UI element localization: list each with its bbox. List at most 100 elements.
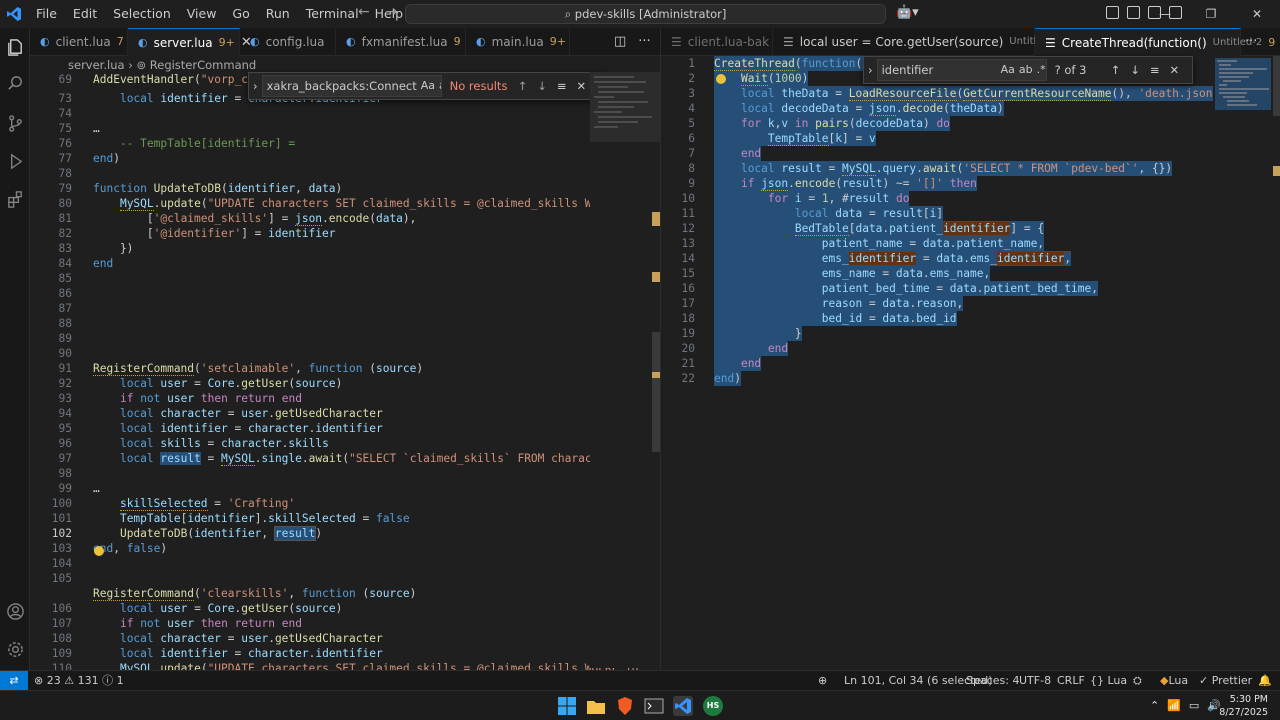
- close-find-icon[interactable]: ✕: [1170, 63, 1180, 77]
- find-in-selection-icon[interactable]: ≡: [1150, 63, 1160, 77]
- tab-untitled-1[interactable]: ☰local user = Core.getUser(source)Untitl…: [773, 28, 1081, 56]
- find-input[interactable]: xakra_backpacks:Connect Aa ab .*: [261, 75, 442, 97]
- notifications-bell-icon[interactable]: 🔔: [1258, 671, 1272, 690]
- menu-view[interactable]: View: [179, 0, 225, 28]
- run-debug-icon[interactable]: [6, 152, 25, 171]
- whole-word-icon[interactable]: ab: [1019, 60, 1033, 80]
- code-line: 93 if not user then return end: [30, 391, 640, 406]
- minimap-right[interactable]: [1213, 56, 1280, 666]
- network-icon[interactable]: 📶: [1167, 699, 1181, 712]
- line-number: 104: [51, 557, 72, 570]
- tab-server-lua[interactable]: ◐ server.lua 9+ ✕: [128, 28, 252, 56]
- menu-file[interactable]: File: [28, 0, 65, 28]
- find-widget-left: › xakra_backpacks:Connect Aa ab .* No re…: [248, 72, 608, 100]
- more-actions-icon[interactable]: ···: [638, 34, 650, 49]
- code-line: 98: [30, 466, 640, 481]
- line-number: 81: [58, 212, 72, 225]
- split-editor-icon[interactable]: ◫: [614, 34, 626, 49]
- lua-extension[interactable]: ◆Lua: [1160, 671, 1188, 690]
- tab-main-lua[interactable]: ◐ main.lua 9+: [466, 28, 570, 56]
- prettier[interactable]: ✓ Prettier: [1199, 671, 1252, 690]
- chevron-right-icon[interactable]: ›: [868, 63, 873, 77]
- file-explorer-icon[interactable]: [586, 696, 606, 716]
- source-control-icon[interactable]: [6, 114, 25, 133]
- monitor-icon[interactable]: ▭: [1189, 699, 1199, 712]
- manage-gear-icon[interactable]: [6, 640, 25, 659]
- code-line: 20 end: [661, 341, 1271, 356]
- explorer-icon[interactable]: [6, 38, 25, 57]
- previous-match-icon[interactable]: ↑: [518, 79, 528, 93]
- code-line: 94 local character = user.getUsedCharact…: [30, 406, 640, 421]
- minimap-left[interactable]: [590, 72, 660, 668]
- previous-match-icon[interactable]: ↑: [1111, 63, 1121, 77]
- toggle-primary-sidebar-icon[interactable]: [1127, 6, 1140, 19]
- next-match-icon[interactable]: ↓: [1130, 63, 1140, 77]
- end-of-line[interactable]: CRLF: [1057, 671, 1085, 690]
- remote-indicator-icon[interactable]: ⇄: [0, 671, 28, 691]
- line-number: 12: [681, 222, 695, 235]
- language-mode[interactable]: {} Lua: [1090, 671, 1127, 690]
- more-actions-icon[interactable]: ···: [1245, 34, 1257, 49]
- customize-layout-icon[interactable]: [1106, 6, 1119, 19]
- back-arrow-icon[interactable]: ←: [358, 4, 370, 20]
- tab-client-lua[interactable]: ◐ client.lua 7: [30, 28, 128, 56]
- breadcrumb-file[interactable]: server.lua: [68, 58, 125, 72]
- menu-selection[interactable]: Selection: [105, 0, 179, 28]
- close-find-icon[interactable]: ✕: [577, 79, 587, 93]
- clock[interactable]: 5:30 PM 8/27/2025: [1219, 693, 1268, 719]
- copilot-icon[interactable]: 🤖▾: [896, 5, 919, 20]
- breadcrumb-symbol[interactable]: RegisterCommand: [150, 58, 256, 72]
- error-count: 23: [46, 674, 61, 687]
- find-input[interactable]: identifier Aa ab .*: [876, 59, 1047, 81]
- accounts-icon[interactable]: [6, 602, 25, 621]
- command-center[interactable]: ⌕ pdev-skills [Administrator]: [405, 4, 886, 24]
- minimize-icon[interactable]: —: [1142, 0, 1188, 28]
- lightbulb-icon[interactable]: [716, 74, 726, 84]
- line-number: 103: [51, 542, 72, 555]
- close-window-icon[interactable]: ✕: [1234, 0, 1280, 28]
- menu-terminal[interactable]: Terminal: [298, 0, 367, 28]
- match-case-icon[interactable]: Aa: [421, 76, 435, 96]
- copilot-status-icon[interactable]: ⛭: [1133, 671, 1142, 690]
- line-number: 102: [51, 527, 72, 540]
- chevron-right-icon[interactable]: ›: [253, 79, 258, 93]
- chevron-up-icon[interactable]: ⌃: [1150, 699, 1159, 712]
- line-number: 79: [58, 182, 72, 195]
- indentation[interactable]: Spaces: 4: [966, 671, 1019, 690]
- forward-arrow-icon[interactable]: →: [386, 4, 398, 20]
- line-number: 16: [681, 282, 695, 295]
- code-line: 96 local skills = character.skills: [30, 436, 640, 451]
- tab-bar-left: ◐ client.lua 7 ◐ server.lua 9+ ✕ ◐ config.lua …: [30, 28, 660, 56]
- menu-run[interactable]: Run: [258, 0, 298, 28]
- tab-untitled-2[interactable]: ☰ CreateThread(function() Untitled-2 9: [1035, 28, 1275, 56]
- zoom-icon[interactable]: ⊕: [818, 671, 827, 690]
- regex-icon[interactable]: .*: [1037, 60, 1046, 80]
- line-number: 98: [58, 467, 72, 480]
- menu-edit[interactable]: Edit: [65, 0, 105, 28]
- terminal-icon[interactable]: [644, 696, 664, 716]
- code-line: 97 local result = MySQL.single.await("SE…: [30, 451, 640, 466]
- vscode-taskbar-icon[interactable]: [673, 696, 693, 716]
- menu-go[interactable]: Go: [224, 0, 257, 28]
- extensions-icon[interactable]: [6, 190, 25, 209]
- next-match-icon[interactable]: ↓: [537, 79, 547, 93]
- windows-start-icon[interactable]: [557, 696, 577, 716]
- line-number: 82: [58, 227, 72, 240]
- app-icon[interactable]: HS: [703, 696, 723, 716]
- whole-word-icon[interactable]: ab: [439, 76, 441, 96]
- search-icon[interactable]: [6, 74, 25, 93]
- tab-client-lua-bak[interactable]: ☰ client.lua-bak: [661, 28, 773, 56]
- tab-config-lua[interactable]: ◐ config.lua: [240, 28, 336, 56]
- brave-browser-icon[interactable]: [615, 696, 635, 716]
- find-in-selection-icon[interactable]: ≡: [557, 79, 567, 93]
- code-line: 10 for i = 1, #result do: [661, 191, 1271, 206]
- match-case-icon[interactable]: Aa: [1001, 60, 1015, 80]
- check-icon: ✓: [1199, 674, 1209, 687]
- code-line: 91 RegisterCommand('setclaimable', functi…: [30, 361, 640, 376]
- encoding[interactable]: UTF-8: [1019, 671, 1051, 690]
- tab-fxmanifest-lua[interactable]: ◐ fxmanifest.lua 9: [336, 28, 466, 56]
- restore-icon[interactable]: ❐: [1188, 0, 1234, 28]
- problems-indicator[interactable]: ⊗ 23 ⚠ 131 ⓘ 1: [34, 671, 124, 690]
- lightbulb-icon[interactable]: [94, 546, 104, 556]
- code-line: 11 local data = result[i]: [661, 206, 1271, 221]
